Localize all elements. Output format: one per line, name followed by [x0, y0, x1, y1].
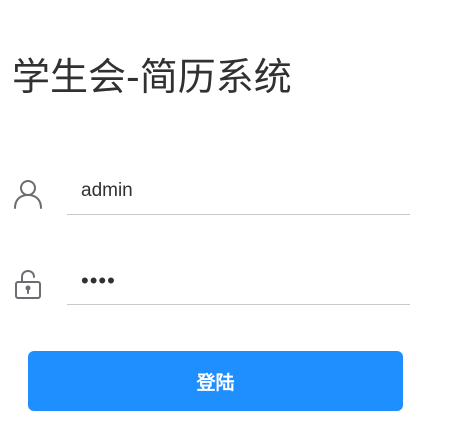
unlock-icon: [12, 268, 44, 300]
login-page: 学生会-简历系统 登陆: [0, 0, 450, 435]
user-icon: [12, 178, 44, 210]
password-input[interactable]: [67, 258, 410, 305]
page-title: 学生会-简历系统: [12, 55, 292, 99]
login-button[interactable]: 登陆: [28, 351, 403, 411]
password-row: [12, 258, 410, 306]
username-row: [12, 168, 410, 216]
username-input[interactable]: [67, 168, 410, 215]
